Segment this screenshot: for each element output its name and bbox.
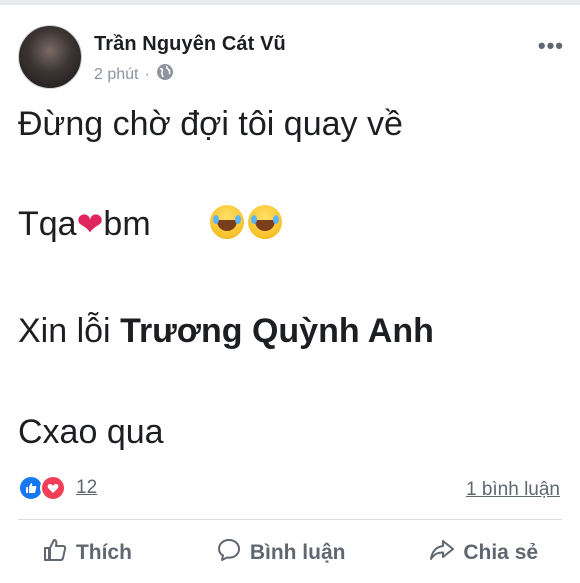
share-arrow-icon	[429, 537, 455, 569]
text-xin-loi: Xin lỗi	[18, 312, 121, 350]
share-button[interactable]: Chia sẻ	[429, 537, 538, 569]
comment-count-link[interactable]: 1 bình luận	[466, 479, 560, 501]
post-text-line-2: Tqa❤bm	[18, 205, 286, 248]
like-label: Thích	[75, 541, 132, 564]
text-tqa: Tqa	[18, 205, 77, 243]
more-options-button[interactable]: •••	[538, 33, 564, 59]
author-name[interactable]: Trần Nguyên Cát Vũ	[94, 33, 286, 56]
like-button[interactable]: Thích	[42, 537, 132, 569]
tagged-person[interactable]: Trương Quỳnh Anh	[120, 312, 434, 350]
post-card: Trần Nguyên Cát Vũ 2 phút · ••• Đừng chờ…	[0, 5, 580, 583]
emoji-group	[210, 205, 286, 248]
love-reaction-icon	[40, 475, 66, 501]
action-bar: Thích Bình luận Chia sẻ	[0, 533, 580, 573]
comment-label: Bình luận	[249, 541, 346, 564]
speech-bubble-icon	[216, 537, 242, 569]
meta-separator: ·	[144, 65, 150, 83]
post-text-line-1: Đừng chờ đợi tôi quay về	[18, 105, 403, 143]
avatar[interactable]	[18, 25, 82, 89]
reaction-count[interactable]: 12	[76, 477, 97, 499]
joy-emoji-icon	[210, 205, 245, 239]
comment-button[interactable]: Bình luận	[216, 537, 346, 569]
joy-emoji-icon	[248, 205, 283, 239]
thumbs-up-icon	[42, 537, 68, 569]
globe-icon[interactable]	[156, 63, 174, 86]
text-bm: bm	[103, 205, 151, 243]
heart-emoji-icon: ❤	[76, 206, 104, 242]
timestamp[interactable]: 2 phút	[94, 66, 138, 84]
post-text-line-3: Xin lỗi Trương Quỳnh Anh	[18, 312, 434, 351]
post-text-line-4: Cxao qua	[18, 413, 164, 451]
share-label: Chia sẻ	[463, 541, 539, 564]
post-meta: 2 phút ·	[94, 63, 174, 86]
divider	[18, 519, 562, 520]
reactions-summary[interactable]: 12	[18, 475, 97, 501]
